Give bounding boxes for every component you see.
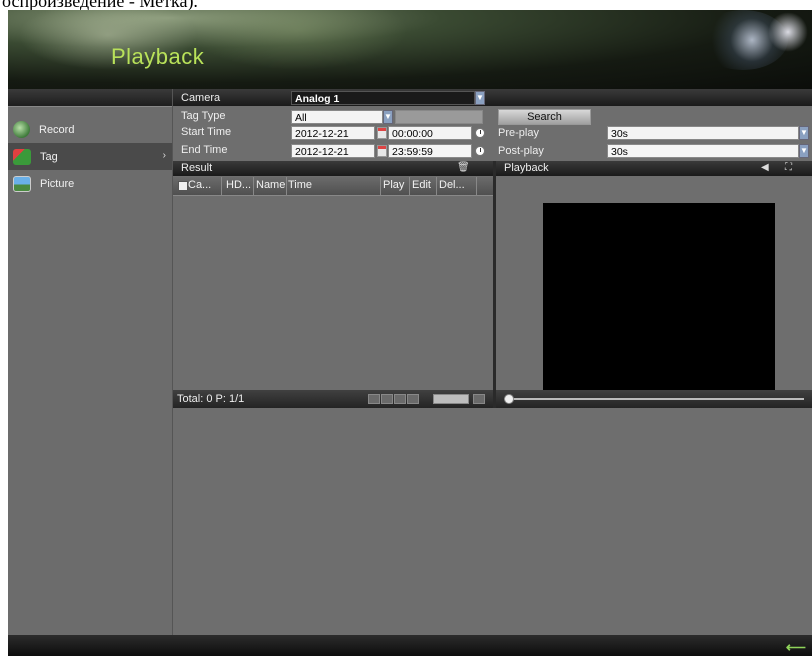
column-divider: [380, 177, 381, 195]
tag-name-input[interactable]: [395, 110, 483, 124]
select-all-checkbox[interactable]: [178, 181, 188, 191]
main-panel: Camera Analog 1 ▼ Tag Type All ▼ Search …: [173, 89, 812, 635]
video-playback-window[interactable]: [543, 203, 775, 390]
last-page-icon[interactable]: [407, 394, 419, 404]
clock-icon[interactable]: [475, 146, 485, 156]
end-time-input[interactable]: 23:59:59: [388, 144, 472, 158]
column-divider: [253, 177, 254, 195]
start-time-input[interactable]: 00:00:00: [388, 126, 472, 140]
prev-page-icon[interactable]: [381, 394, 393, 404]
record-icon: [13, 121, 30, 138]
sidebar-header-bar: [8, 89, 172, 107]
column-divider: [476, 177, 477, 195]
playback-progress-handle[interactable]: [504, 394, 514, 404]
banner-leaf-decoration-2: [188, 10, 408, 70]
sidebar-item-label: Tag: [40, 150, 58, 163]
tag-icon: [13, 148, 31, 165]
column-header-delete[interactable]: Del...: [439, 179, 465, 191]
sidebar: Record Tag › Picture: [8, 89, 173, 635]
result-table-body: [173, 196, 494, 388]
start-time-label: Start Time: [181, 126, 232, 138]
back-arrow-icon[interactable]: ⟵: [786, 639, 806, 656]
end-date-input[interactable]: 2012-12-21: [291, 144, 375, 158]
column-header-camera[interactable]: Ca...: [188, 179, 211, 191]
sidebar-item-record[interactable]: Record: [8, 116, 172, 143]
column-header-name[interactable]: Name: [256, 179, 285, 191]
page-number-input[interactable]: [433, 394, 469, 404]
chevron-down-icon[interactable]: ▼: [799, 144, 809, 158]
clock-icon[interactable]: [475, 128, 485, 138]
chevron-down-icon[interactable]: ▼: [475, 91, 485, 105]
playback-control-bar: [496, 390, 812, 408]
camera-row-bar: [173, 89, 812, 106]
camera-label: Camera: [181, 92, 221, 104]
camera-select[interactable]: Analog 1: [291, 91, 475, 105]
playback-title: Playback: [504, 162, 549, 174]
post-play-select[interactable]: 30s: [607, 144, 799, 158]
tag-type-select[interactable]: All: [291, 110, 383, 124]
dvr-window: Playback Record Tag › Picture Camera Ana…: [8, 10, 812, 656]
calendar-icon[interactable]: [377, 145, 387, 157]
column-divider: [221, 177, 222, 195]
go-page-button[interactable]: [473, 394, 485, 404]
chevron-right-icon: ›: [162, 150, 166, 161]
header-banner: Playback: [8, 10, 812, 89]
next-page-icon[interactable]: [394, 394, 406, 404]
chevron-down-icon[interactable]: ▼: [799, 126, 809, 140]
chevron-down-icon[interactable]: ▼: [383, 110, 393, 124]
sidebar-item-label: Picture: [40, 177, 75, 190]
column-header-edit[interactable]: Edit: [412, 179, 431, 191]
page-title: Playback: [111, 44, 205, 69]
total-count-text: Total: 0 P: 1/1: [177, 393, 245, 405]
column-header-time[interactable]: Time: [288, 179, 312, 191]
result-footer: Total: 0 P: 1/1: [173, 390, 493, 408]
end-time-label: End Time: [181, 144, 228, 156]
banner-bokeh-decoration-2: [768, 12, 808, 52]
result-title-bar: [173, 161, 493, 176]
first-page-icon[interactable]: [368, 394, 380, 404]
search-button[interactable]: Search: [498, 109, 591, 125]
pre-play-select[interactable]: 30s: [607, 126, 799, 140]
start-date-input[interactable]: 2012-12-21: [291, 126, 375, 140]
trash-icon[interactable]: 🗑: [457, 162, 470, 173]
pane-divider: [493, 161, 496, 408]
result-title: Result: [181, 162, 213, 174]
picture-icon: [13, 175, 31, 192]
playback-progress-track[interactable]: [504, 398, 804, 400]
result-table-header: Ca... HD... Name Time Play Edit Del...: [173, 177, 493, 196]
sidebar-item-picture[interactable]: Picture: [8, 170, 172, 197]
volume-icon[interactable]: ◀: [761, 162, 769, 173]
fullscreen-icon[interactable]: ⛶: [785, 162, 792, 173]
calendar-icon[interactable]: [377, 127, 387, 139]
column-header-hdd[interactable]: HD...: [226, 179, 251, 191]
column-divider: [286, 177, 287, 195]
tag-type-label: Tag Type: [181, 110, 226, 122]
sidebar-item-tag[interactable]: Tag ›: [8, 143, 172, 170]
column-header-play[interactable]: Play: [383, 179, 404, 191]
sidebar-item-label: Record: [39, 123, 75, 136]
column-divider: [436, 177, 437, 195]
post-play-label: Post-play: [498, 145, 544, 157]
column-divider: [409, 177, 410, 195]
pre-play-label: Pre-play: [498, 127, 539, 139]
status-bar: ⟵: [8, 635, 812, 656]
